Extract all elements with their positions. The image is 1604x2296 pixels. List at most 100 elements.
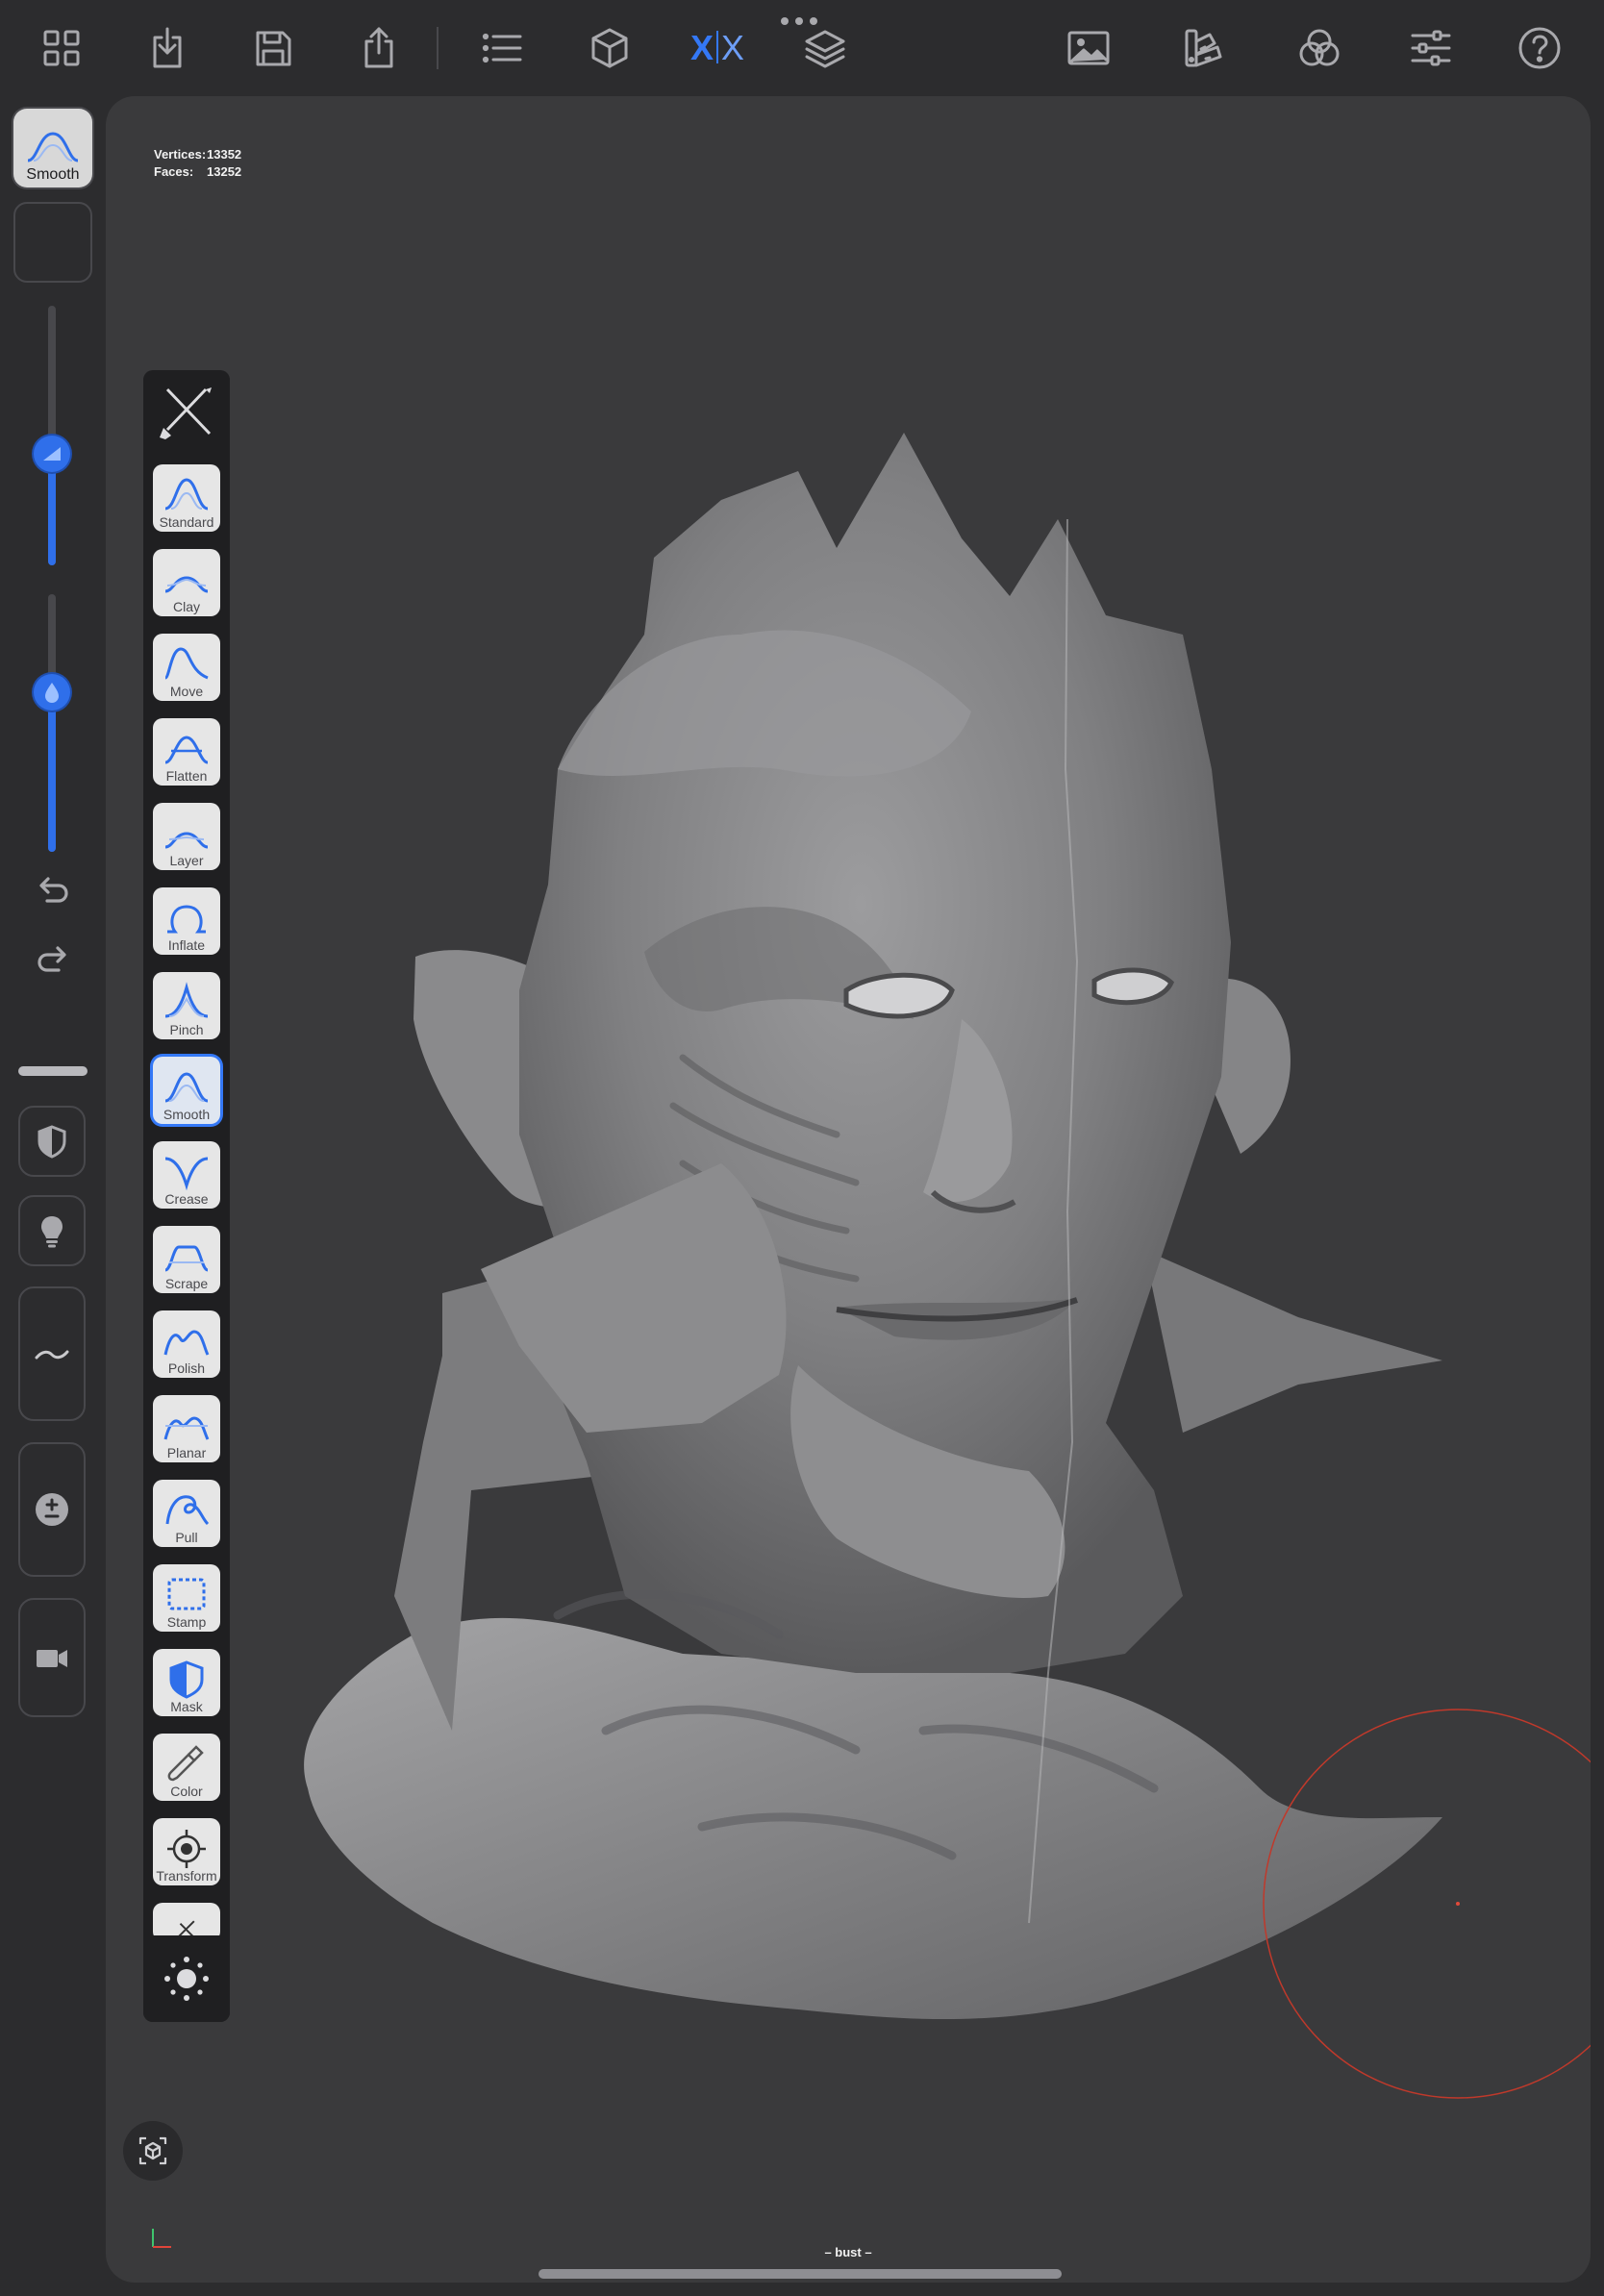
- tool-scrape[interactable]: Scrape: [153, 1226, 220, 1293]
- tool-label: Smooth: [163, 1107, 211, 1122]
- layers-icon[interactable]: [790, 13, 860, 83]
- standard-brush-icon: [164, 478, 209, 511]
- tool-label: Pull: [175, 1530, 198, 1545]
- brush-tools-icon: [160, 387, 212, 439]
- mask-toggle-button[interactable]: [18, 1106, 86, 1177]
- sidebar-divider: [18, 1066, 88, 1076]
- home-indicator: [539, 2269, 1062, 2279]
- material-palette-icon[interactable]: [1169, 13, 1239, 83]
- clay-brush-icon: [164, 576, 209, 593]
- lighting-button[interactable]: [18, 1195, 86, 1266]
- tool-transform[interactable]: Transform: [153, 1818, 220, 1885]
- gizmo-dots-icon: [164, 1957, 209, 2001]
- tool-label: Flatten: [165, 768, 208, 784]
- radius-slider-knob[interactable]: [34, 436, 70, 472]
- polish-brush-icon: [163, 1330, 210, 1356]
- tool-crease[interactable]: Crease: [153, 1141, 220, 1209]
- lightbulb-icon: [41, 1216, 63, 1248]
- frame-cube-icon: [138, 2136, 167, 2165]
- tool-label: Stamp: [166, 1614, 207, 1630]
- layer-brush-icon: [164, 832, 209, 849]
- settings-sliders-icon[interactable]: [1396, 13, 1466, 83]
- video-camera-icon: [37, 1650, 67, 1667]
- current-tool-label: Smooth: [26, 166, 80, 183]
- tool-label: Polish: [167, 1360, 206, 1376]
- share-icon[interactable]: [344, 13, 414, 83]
- tool-inflate[interactable]: Inflate: [153, 887, 220, 955]
- tool-standard[interactable]: Standard: [153, 464, 220, 532]
- tool-palette: Standard Clay Move Flatten Layer Inflate Pinch…: [143, 370, 230, 2022]
- camera-button[interactable]: [18, 1598, 86, 1717]
- tool-planar[interactable]: Planar: [153, 1395, 220, 1462]
- smooth-brush-icon: [27, 132, 79, 162]
- tool-label: Pinch: [169, 1022, 204, 1037]
- tool-label: Layer: [169, 853, 204, 868]
- pinch-brush-icon: [164, 982, 209, 1018]
- subdivision-button[interactable]: [18, 1442, 86, 1577]
- background-image-icon[interactable]: [1054, 13, 1123, 83]
- help-icon[interactable]: [1505, 13, 1574, 83]
- tool-pull[interactable]: Pull: [153, 1480, 220, 1547]
- tool-label: Mask: [170, 1699, 203, 1714]
- symmetry-right-label: X: [722, 28, 745, 67]
- tool-polish[interactable]: Polish: [153, 1310, 220, 1378]
- color-channels-icon[interactable]: [1285, 13, 1354, 83]
- tool-stamp[interactable]: Stamp: [153, 1564, 220, 1632]
- stroke-curve-button[interactable]: [18, 1286, 86, 1421]
- color-paint-icon: [167, 1745, 204, 1782]
- tool-smooth[interactable]: Smooth: [153, 1057, 220, 1124]
- tool-mask[interactable]: Mask: [153, 1649, 220, 1716]
- symmetry-left-label: X: [689, 28, 714, 67]
- primitive-cube-icon[interactable]: [575, 13, 644, 83]
- import-icon[interactable]: [133, 13, 202, 83]
- planar-brush-icon: [163, 1416, 210, 1440]
- undo-icon[interactable]: [17, 856, 88, 927]
- tool-label: Transform: [156, 1868, 217, 1884]
- stamp-brush-icon: [167, 1578, 206, 1610]
- tool-label: Standard: [159, 514, 214, 530]
- tool-flatten[interactable]: Flatten: [153, 718, 220, 786]
- viewport-3d[interactable]: Vertices:13352 Faces: 13252 – bust –: [106, 96, 1591, 2283]
- grid-icon[interactable]: [27, 13, 96, 83]
- intensity-slider-knob[interactable]: [34, 674, 70, 711]
- tool-pinch[interactable]: Pinch: [153, 972, 220, 1039]
- intensity-slider-fill: [48, 692, 56, 852]
- tool-label: Clay: [172, 599, 200, 614]
- tool-label: Inflate: [167, 937, 206, 953]
- tool-clay[interactable]: Clay: [153, 549, 220, 616]
- scene-list-icon[interactable]: [467, 13, 537, 83]
- radius-slider[interactable]: [34, 306, 70, 565]
- reset-camera-button[interactable]: [123, 2121, 183, 2181]
- curve-stroke-icon: [35, 1350, 69, 1360]
- intensity-slider[interactable]: [34, 594, 70, 852]
- toolbar-divider: [437, 27, 439, 69]
- pull-brush-icon: [165, 1495, 210, 1526]
- current-tool-button[interactable]: Smooth: [13, 109, 92, 187]
- tool-label: Color: [170, 1784, 203, 1799]
- tool-layer[interactable]: Layer: [153, 803, 220, 870]
- tool-label: Move: [169, 684, 204, 699]
- tools-toggle-button[interactable]: [143, 370, 230, 455]
- smooth-brush-icon: [164, 1072, 209, 1103]
- tool-options-button[interactable]: [143, 1935, 230, 2022]
- plus-minus-icon: [36, 1493, 68, 1526]
- flatten-brush-icon: [164, 736, 209, 764]
- tool-label: Crease: [164, 1191, 209, 1207]
- save-icon[interactable]: [238, 13, 308, 83]
- scrape-brush-icon: [164, 1245, 209, 1272]
- crease-brush-icon: [164, 1157, 209, 1191]
- redo-icon[interactable]: [17, 925, 88, 996]
- mask-brush-icon: [169, 1660, 204, 1699]
- top-toolbar: XX: [0, 0, 1604, 96]
- tool-label: Planar: [166, 1445, 207, 1460]
- mesh-name: – bust –: [824, 2245, 872, 2259]
- tool-move[interactable]: Move: [153, 634, 220, 701]
- alpha-texture-slot[interactable]: [13, 202, 92, 283]
- shield-icon: [38, 1125, 66, 1159]
- tool-label: Scrape: [164, 1276, 209, 1291]
- sculpt-mesh[interactable]: [106, 96, 1591, 2283]
- inflate-brush-icon: [167, 905, 206, 934]
- symmetry-icon[interactable]: XX: [683, 13, 752, 83]
- transform-gizmo-icon: [167, 1830, 206, 1868]
- tool-color[interactable]: Color: [153, 1734, 220, 1801]
